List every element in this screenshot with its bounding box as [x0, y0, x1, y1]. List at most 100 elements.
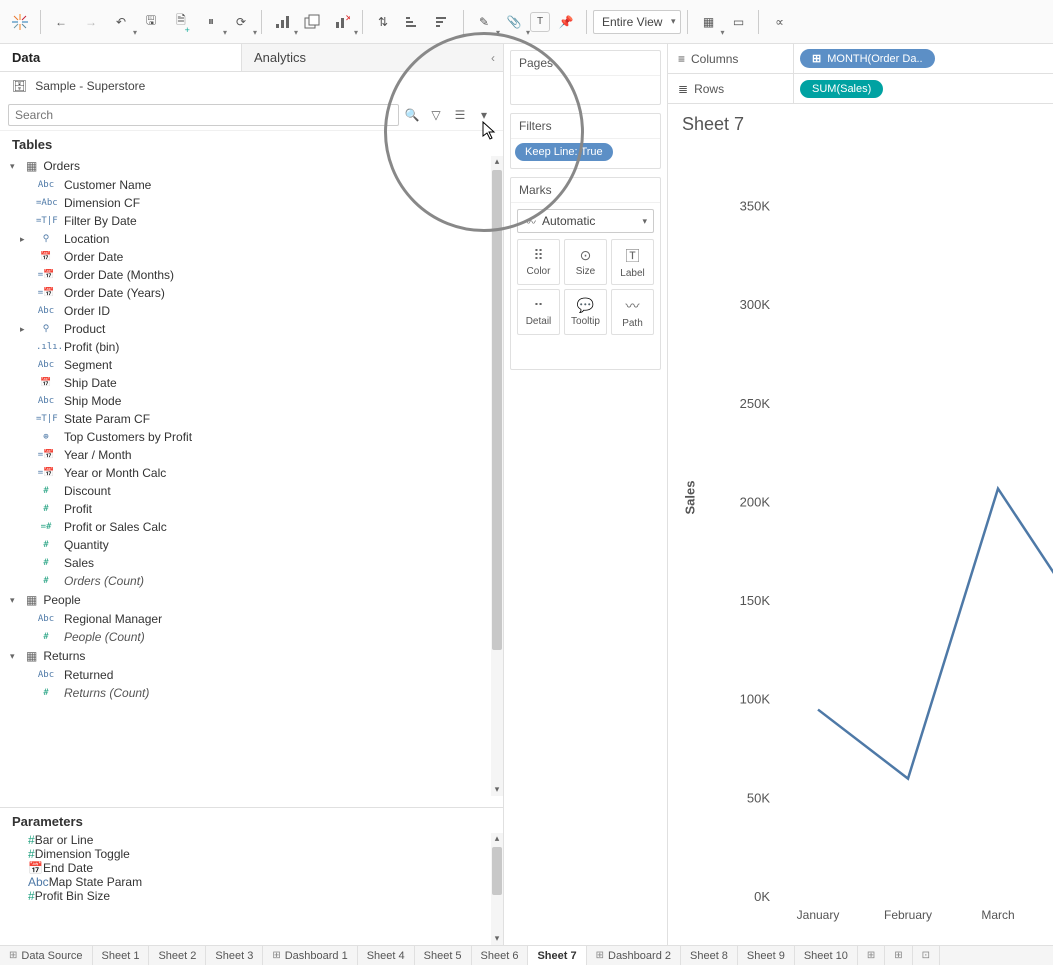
parameter-item[interactable]: #Profit Bin Size: [0, 889, 503, 903]
data-pane-menu-button[interactable]: ▾: [473, 104, 495, 126]
mark-label-button[interactable]: 🅃Label: [611, 239, 654, 285]
sheet-title[interactable]: Sheet 7: [682, 114, 1053, 135]
highlight-button[interactable]: ✎: [470, 8, 498, 36]
field-item[interactable]: AbcCustomer Name: [0, 176, 503, 194]
presentation-button[interactable]: ▭: [724, 8, 752, 36]
forward-button[interactable]: →: [77, 8, 105, 36]
mark-color-button[interactable]: ⠿Color: [517, 239, 560, 285]
field-item[interactable]: AbcSegment: [0, 356, 503, 374]
pause-updates-button[interactable]: ⏸: [197, 8, 225, 36]
field-item[interactable]: ⊕Top Customers by Profit: [0, 428, 503, 446]
sheet-tab[interactable]: Sheet 8: [681, 946, 738, 965]
field-item[interactable]: AbcReturned: [0, 666, 503, 684]
scrollbar-thumb[interactable]: [492, 847, 502, 895]
parameter-item[interactable]: AbcMap State Param: [0, 875, 503, 889]
columns-shelf[interactable]: ≡Columns ⊞MONTH(Order Da..: [668, 44, 1053, 74]
mark-detail-button[interactable]: ⠒Detail: [517, 289, 560, 335]
sheet-tab[interactable]: Sheet 10: [795, 946, 858, 965]
datasource-row[interactable]: 🗄 Sample - Superstore: [0, 72, 503, 100]
filter-pill[interactable]: Keep Line: True: [515, 143, 613, 161]
sheet-tab[interactable]: Sheet 5: [415, 946, 472, 965]
scroll-up-icon[interactable]: ▴: [495, 833, 500, 845]
field-item[interactable]: =#Profit or Sales Calc: [0, 518, 503, 536]
rows-shelf[interactable]: ≣Rows SUM(Sales): [668, 74, 1053, 104]
table-group[interactable]: ▾▦Orders: [0, 156, 503, 176]
refresh-button[interactable]: ⟳: [227, 8, 255, 36]
swap-button[interactable]: ⇅: [369, 8, 397, 36]
scrollbar-thumb[interactable]: [492, 170, 502, 650]
sheet-tab[interactable]: Sheet 1: [93, 946, 150, 965]
view-list-icon[interactable]: ☰: [449, 104, 471, 126]
new-worksheet-button[interactable]: [268, 8, 296, 36]
mark-size-button[interactable]: ⊙Size: [564, 239, 607, 285]
sheet-tab[interactable]: Sheet 7: [528, 946, 586, 965]
parameter-item[interactable]: #Bar or Line: [0, 833, 503, 847]
filter-icon[interactable]: ▽: [425, 104, 447, 126]
field-item[interactable]: #Orders (Count): [0, 572, 503, 590]
field-item[interactable]: #People (Count): [0, 628, 503, 646]
mark-path-button[interactable]: 〰Path: [611, 289, 654, 335]
collapse-sidebar-button[interactable]: ‹: [483, 44, 503, 72]
find-icon[interactable]: 🔍: [401, 104, 423, 126]
table-group[interactable]: ▾▦Returns: [0, 646, 503, 666]
mark-type-dropdown[interactable]: Automatic: [517, 209, 654, 233]
group-button[interactable]: 📎: [500, 8, 528, 36]
new-tab-button[interactable]: ⊞: [858, 946, 885, 965]
field-item[interactable]: #Profit: [0, 500, 503, 518]
field-item[interactable]: 📅Ship Date: [0, 374, 503, 392]
tab-data[interactable]: Data: [0, 44, 241, 72]
tableau-logo-icon[interactable]: [6, 8, 34, 36]
show-cards-button[interactable]: ▦: [694, 8, 722, 36]
field-item[interactable]: 📅Order Date: [0, 248, 503, 266]
table-group[interactable]: ▾▦People: [0, 590, 503, 610]
scroll-up-icon[interactable]: ▴: [495, 156, 500, 168]
scroll-down-icon[interactable]: ▾: [495, 784, 500, 796]
share-button[interactable]: ∝: [765, 8, 793, 36]
new-datasource-button[interactable]: 🗎+: [167, 8, 195, 36]
tab-analytics[interactable]: Analytics: [241, 44, 483, 72]
columns-pill[interactable]: ⊞MONTH(Order Da..: [800, 49, 935, 68]
field-item[interactable]: #Returns (Count): [0, 684, 503, 702]
sheet-tab[interactable]: Sheet 6: [472, 946, 529, 965]
duplicate-sheet-button[interactable]: [298, 8, 326, 36]
rows-pill[interactable]: SUM(Sales): [800, 80, 883, 98]
filters-shelf[interactable]: Filters Keep Line: True: [510, 113, 661, 169]
pages-shelf[interactable]: Pages: [510, 50, 661, 105]
sheet-tab[interactable]: ⊞Dashboard 1: [263, 946, 357, 965]
scroll-down-icon[interactable]: ▾: [495, 933, 500, 945]
back-button[interactable]: ←: [47, 8, 75, 36]
field-item[interactable]: #Discount: [0, 482, 503, 500]
sort-asc-button[interactable]: [399, 8, 427, 36]
sheet-tab[interactable]: Sheet 3: [206, 946, 263, 965]
field-item[interactable]: =T|FState Param CF: [0, 410, 503, 428]
field-item[interactable]: #Quantity: [0, 536, 503, 554]
field-item[interactable]: AbcRegional Manager: [0, 610, 503, 628]
field-item[interactable]: ▸⚲Product: [0, 320, 503, 338]
parameter-item[interactable]: 📅End Date: [0, 861, 503, 875]
field-item[interactable]: AbcOrder ID: [0, 302, 503, 320]
parameter-item[interactable]: #Dimension Toggle: [0, 847, 503, 861]
new-tab-button[interactable]: ⊞: [885, 946, 912, 965]
clear-sheet-button[interactable]: ✕: [328, 8, 356, 36]
field-item[interactable]: ▸⚲Location: [0, 230, 503, 248]
chart[interactable]: Sales 50K100K150K200K250K300K350K0KJanua…: [678, 147, 1053, 945]
undo-button[interactable]: ↶: [107, 8, 135, 36]
sheet-tab[interactable]: ⊞Dashboard 2: [587, 946, 681, 965]
sort-desc-button[interactable]: [429, 8, 457, 36]
save-button[interactable]: 🖫: [137, 8, 165, 36]
field-item[interactable]: =📅Year / Month: [0, 446, 503, 464]
field-item[interactable]: =T|FFilter By Date: [0, 212, 503, 230]
labels-button[interactable]: T: [530, 12, 550, 32]
field-item[interactable]: =AbcDimension CF: [0, 194, 503, 212]
new-tab-button[interactable]: ⊡: [913, 946, 940, 965]
pin-button[interactable]: 📌: [552, 8, 580, 36]
sheet-tab[interactable]: Sheet 4: [358, 946, 415, 965]
field-item[interactable]: AbcShip Mode: [0, 392, 503, 410]
field-item[interactable]: .ılı.Profit (bin): [0, 338, 503, 356]
field-item[interactable]: =📅Order Date (Years): [0, 284, 503, 302]
sheet-tab[interactable]: Sheet 2: [149, 946, 206, 965]
search-input[interactable]: [8, 104, 399, 126]
field-item[interactable]: =📅Year or Month Calc: [0, 464, 503, 482]
sheet-tab[interactable]: Sheet 9: [738, 946, 795, 965]
field-item[interactable]: =📅Order Date (Months): [0, 266, 503, 284]
